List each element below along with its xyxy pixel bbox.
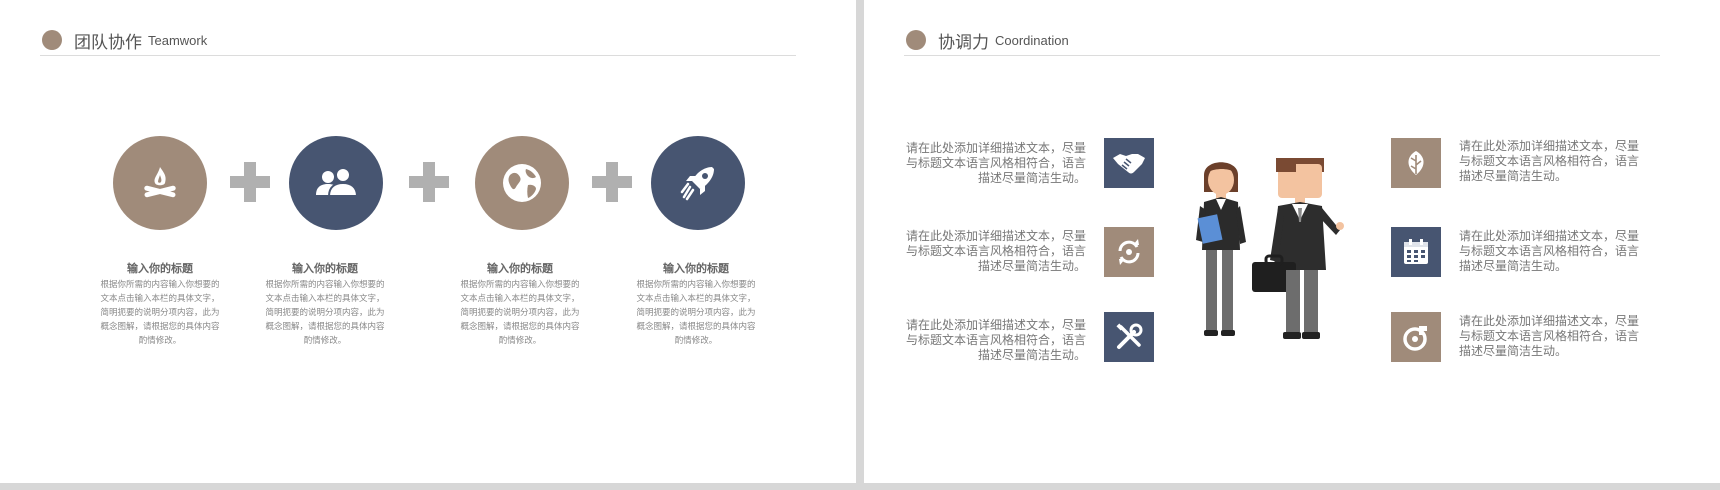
header-title-cn: 团队协作 <box>74 32 142 52</box>
description-text: 请在此处添加详细描述文本，尽量与标题文本语言风格相符合，语言描述尽量简洁生动。 <box>1459 314 1640 358</box>
item-description: 根据你所需的内容输入你想要的文本点击输入本栏的具体文字，简明扼要的说明分项内容，… <box>636 279 756 345</box>
description-text: 请在此处添加详细描述文本，尽量与标题文本语言风格相符合，语言描述尽量简洁生动。 <box>905 141 1086 185</box>
users-icon <box>289 136 383 230</box>
item-title: 输入你的标题 <box>663 263 729 275</box>
header-title-en: Coordination <box>995 32 1069 48</box>
description-text: 请在此处添加详细描述文本，尽量与标题文本语言风格相符合，语言描述尽量简洁生动。 <box>1459 139 1640 183</box>
calendar-icon <box>1391 227 1441 277</box>
item-title: 输入你的标题 <box>487 263 553 275</box>
header-divider <box>40 55 796 56</box>
business-people-illustration <box>1194 150 1344 350</box>
slide-coordination: 协调力 Coordination 请在此处添加详细描述文本，尽量与标题文本语言风… <box>864 0 1720 483</box>
item-title: 输入你的标题 <box>127 263 193 275</box>
slide-header: 协调力 Coordination <box>906 26 1069 54</box>
plus-sign <box>230 162 270 202</box>
handshake-icon <box>1104 138 1154 188</box>
item-description: 根据你所需的内容输入你想要的文本点击输入本栏的具体文字，简明扼要的说明分项内容，… <box>460 279 580 345</box>
refresh-icon <box>1104 227 1154 277</box>
slide-teamwork: 团队协作 Teamwork 输入你的标题 根据你所需的内容输入你想要的文本点击输… <box>0 0 856 483</box>
slide-header: 团队协作 Teamwork <box>42 26 207 54</box>
description-text: 请在此处添加详细描述文本，尽量与标题文本语言风格相符合，语言描述尽量简洁生动。 <box>905 318 1086 362</box>
description-text: 请在此处添加详细描述文本，尽量与标题文本语言风格相符合，语言描述尽量简洁生动。 <box>1459 229 1640 273</box>
header-title-en: Teamwork <box>148 32 208 48</box>
item-description: 根据你所需的内容输入你想要的文本点击输入本栏的具体文字，简明扼要的说明分项内容，… <box>265 279 385 345</box>
globe-icon <box>475 136 569 230</box>
plus-sign <box>592 162 632 202</box>
plus-sign <box>409 162 449 202</box>
tools-icon <box>1104 312 1154 362</box>
header-dot <box>906 30 926 50</box>
item-title: 输入你的标题 <box>292 263 358 275</box>
description-text: 请在此处添加详细描述文本，尽量与标题文本语言风格相符合，语言描述尽量简洁生动。 <box>905 229 1086 273</box>
header-dot <box>42 30 62 50</box>
rocket-icon <box>651 136 745 230</box>
header-divider <box>904 55 1660 56</box>
item-description: 根据你所需的内容输入你想要的文本点击输入本栏的具体文字，简明扼要的说明分项内容，… <box>100 279 220 345</box>
header-title-cn: 协调力 <box>938 32 989 52</box>
campfire-icon <box>113 136 207 230</box>
leaf-icon <box>1391 138 1441 188</box>
music-icon <box>1391 312 1441 362</box>
